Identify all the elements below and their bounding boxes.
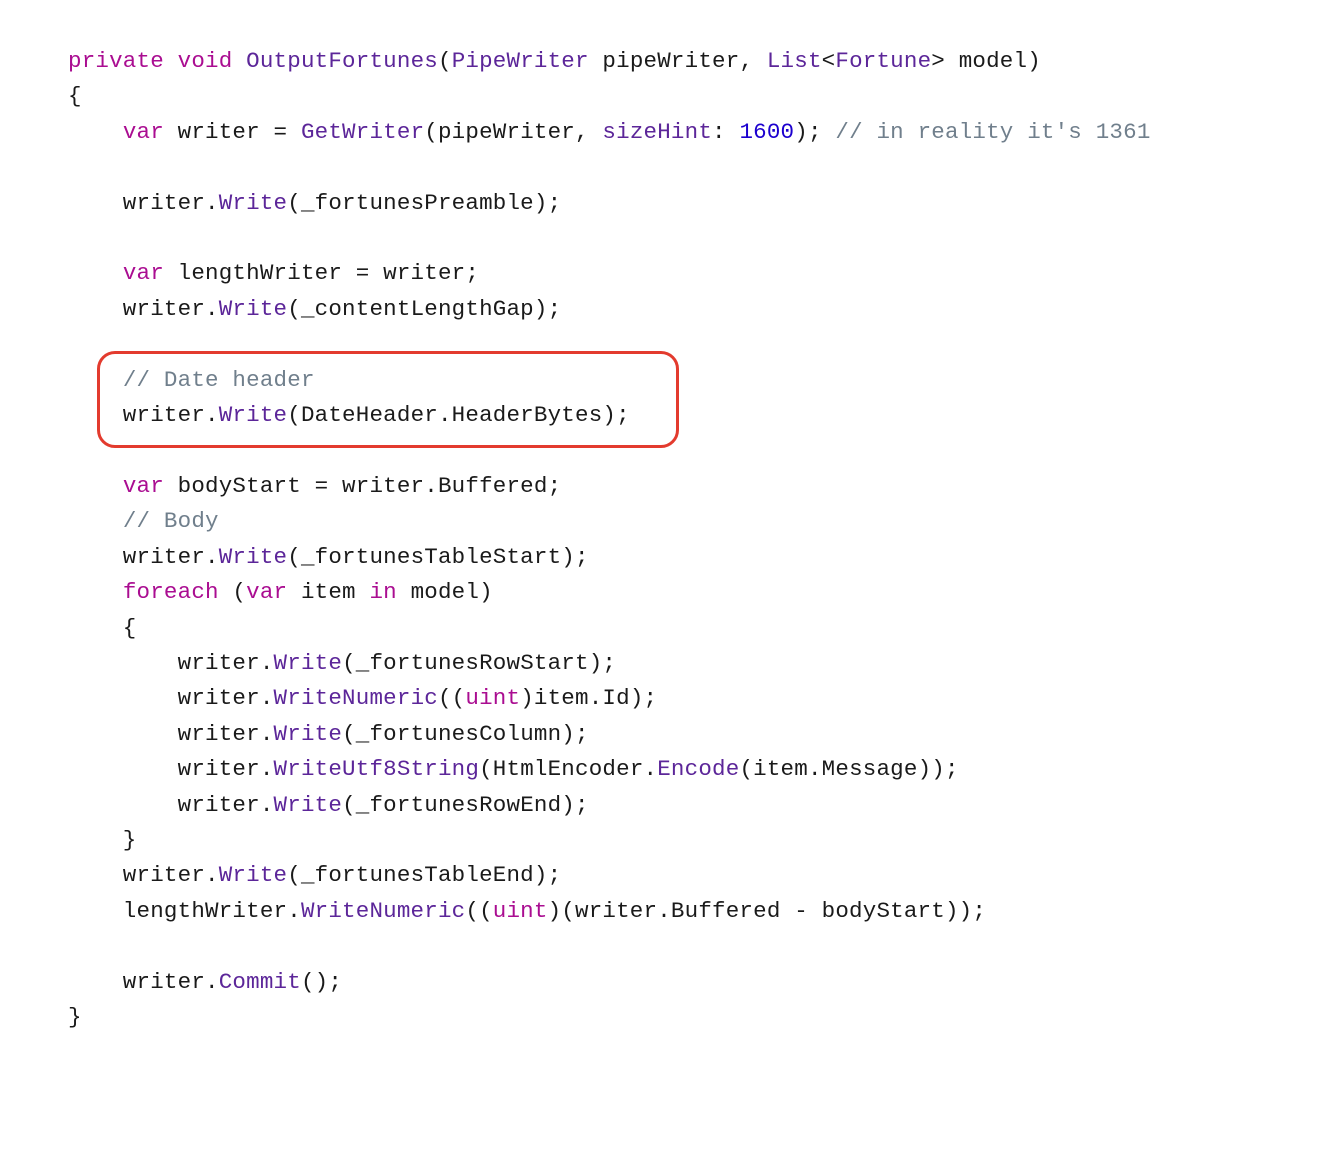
code-token: ); [794, 119, 835, 145]
code-token: )item.Id); [520, 685, 657, 711]
code-token: model) [397, 579, 493, 605]
code-token: Write [219, 190, 288, 216]
code-token: OutputFortunes [246, 48, 438, 74]
code-token: (_fortunesTableStart); [287, 544, 588, 570]
code-token: )(writer.Buffered - bodyStart)); [548, 898, 986, 924]
code-token: lengthWriter. [68, 898, 301, 924]
code-token: lengthWriter = writer; [164, 260, 479, 286]
code-token [68, 579, 123, 605]
code-token: (DateHeader.HeaderBytes); [287, 402, 630, 428]
code-token [68, 260, 123, 286]
code-token: Write [274, 792, 343, 818]
code-token: writer. [68, 792, 274, 818]
code-token: 1600 [739, 119, 794, 145]
code-token: (HtmlEncoder. [479, 756, 657, 782]
code-token [68, 367, 123, 393]
code-token: ( [219, 579, 246, 605]
code-token: // Date header [123, 367, 315, 393]
code-token: writer. [68, 190, 219, 216]
code-token: Write [219, 862, 288, 888]
code-block[interactable]: private void OutputFortunes(PipeWriter p… [0, 0, 1324, 1079]
code-token: writer. [68, 969, 219, 995]
code-token: } [68, 1004, 82, 1030]
code-token: sizeHint [602, 119, 712, 145]
code-token: pipeWriter, [589, 48, 767, 74]
code-token: Write [219, 296, 288, 322]
code-token: GetWriter [301, 119, 424, 145]
code-token: { [68, 83, 82, 109]
code-token: writer. [68, 296, 219, 322]
code-token: PipeWriter [452, 48, 589, 74]
code-token: < [822, 48, 836, 74]
code-token [232, 48, 246, 74]
code-token: > model) [931, 48, 1041, 74]
code-token: var [123, 260, 164, 286]
code-token: (_contentLengthGap); [287, 296, 561, 322]
code-token: bodyStart = writer.Buffered; [164, 473, 561, 499]
code-token: Write [219, 402, 288, 428]
code-token: uint [465, 685, 520, 711]
code-token: // Body [123, 508, 219, 534]
code-token: (_fortunesRowStart); [342, 650, 616, 676]
code-token: writer. [68, 544, 219, 570]
code-token: item [287, 579, 369, 605]
code-token: (); [301, 969, 342, 995]
code-token: foreach [123, 579, 219, 605]
code-token: { [68, 615, 137, 641]
code-token: WriteUtf8String [274, 756, 480, 782]
code-token: (_fortunesRowEnd); [342, 792, 589, 818]
code-token: (( [465, 898, 492, 924]
code-token: writer. [68, 862, 219, 888]
code-token: Encode [657, 756, 739, 782]
code-token: writer. [68, 756, 274, 782]
code-token: List [767, 48, 822, 74]
code-token: (_fortunesColumn); [342, 721, 589, 747]
code-token [68, 473, 123, 499]
code-token: writer. [68, 721, 274, 747]
code-token [68, 119, 123, 145]
code-token: Commit [219, 969, 301, 995]
code-token: var [123, 473, 164, 499]
code-token: : [712, 119, 739, 145]
code-token: (item.Message)); [739, 756, 958, 782]
code-token: writer. [68, 685, 274, 711]
code-token: ( [438, 48, 452, 74]
code-token: Write [219, 544, 288, 570]
code-token: Fortune [835, 48, 931, 74]
code-token: WriteNumeric [301, 898, 465, 924]
code-token: (( [438, 685, 465, 711]
code-token: // in reality it's 1361 [835, 119, 1150, 145]
code-token: var [246, 579, 287, 605]
code-token: in [369, 579, 396, 605]
code-token: var [123, 119, 164, 145]
code-token: } [68, 827, 137, 853]
code-token: writer. [68, 650, 274, 676]
code-token: (_fortunesTableEnd); [287, 862, 561, 888]
code-token: (_fortunesPreamble); [287, 190, 561, 216]
code-token: uint [493, 898, 548, 924]
code-token: (pipeWriter, [424, 119, 602, 145]
code-token [68, 508, 123, 534]
code-token: private [68, 48, 164, 74]
code-token [164, 48, 178, 74]
code-token: writer. [68, 402, 219, 428]
code-token: Write [274, 721, 343, 747]
code-token: void [178, 48, 233, 74]
code-token: Write [274, 650, 343, 676]
code-token: WriteNumeric [274, 685, 438, 711]
code-token: writer = [164, 119, 301, 145]
